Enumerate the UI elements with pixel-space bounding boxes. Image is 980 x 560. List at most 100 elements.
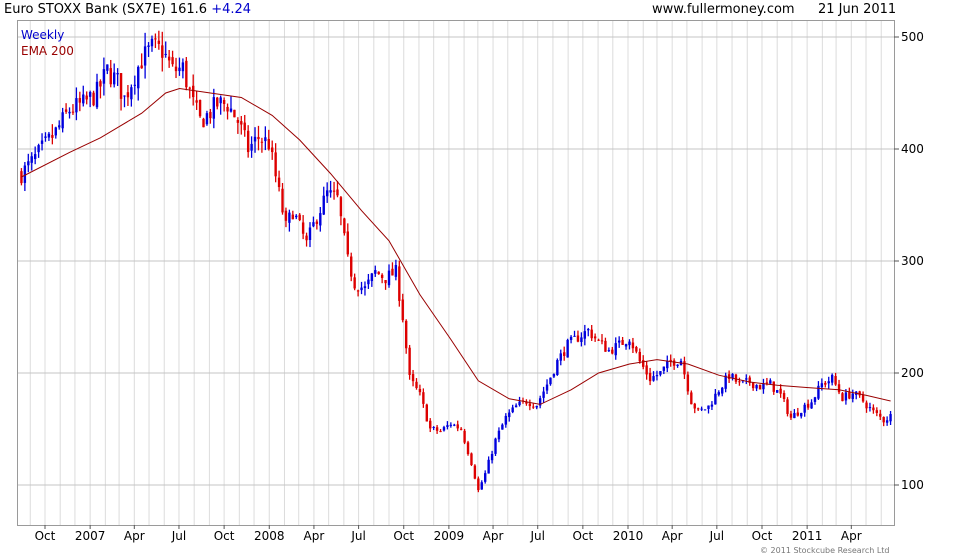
candle-body: [411, 374, 415, 382]
candle-body: [209, 111, 212, 119]
candle-body: [542, 391, 545, 398]
candle-body: [738, 381, 741, 383]
candle-body: [37, 145, 40, 153]
candle-body: [604, 340, 607, 352]
candle-body: [690, 392, 693, 405]
candle-body: [246, 130, 250, 153]
candle-body: [556, 360, 559, 375]
candle-body: [339, 197, 343, 217]
candle-body: [360, 287, 363, 291]
candle-body: [140, 65, 143, 69]
candle-body: [477, 478, 480, 491]
candle-body: [202, 118, 205, 128]
candle-body: [250, 143, 253, 151]
candle-body: [380, 274, 384, 279]
candle-body: [387, 270, 391, 286]
ema-200-line: [21, 87, 891, 405]
candle-body: [408, 347, 411, 375]
candle-body: [233, 109, 236, 118]
candle-body: [295, 215, 298, 218]
y-tick-label: 400: [901, 142, 924, 156]
candle-body: [150, 38, 154, 47]
candle-body: [171, 57, 174, 65]
candle-body: [497, 430, 501, 440]
candle-body: [518, 401, 521, 406]
x-tick-label: Jul: [529, 529, 544, 543]
candle-body: [75, 98, 78, 113]
candle-body: [271, 147, 274, 153]
candle-body: [281, 188, 284, 213]
y-tick-label: 300: [901, 254, 924, 268]
candle-body: [350, 256, 353, 277]
candle-body: [198, 99, 202, 117]
x-tick-label: 2007: [75, 529, 106, 543]
candle-body: [552, 374, 556, 377]
x-tick-label: Apr: [662, 529, 683, 543]
x-tick-label: Oct: [35, 529, 56, 543]
candle-body: [367, 279, 370, 285]
candle-body: [404, 320, 408, 349]
candle-body: [401, 299, 404, 321]
candle-body: [504, 415, 508, 425]
copyright: © 2011 Stockcube Research Ltd: [760, 546, 890, 555]
candle-body: [652, 376, 655, 381]
candle-body: [257, 136, 260, 140]
grid-lines: [18, 21, 894, 525]
candle-body: [54, 127, 57, 136]
candle-body: [133, 84, 136, 86]
candle-body: [758, 384, 762, 390]
candle-body: [161, 45, 164, 58]
candle-body: [439, 431, 442, 433]
candle-body: [164, 53, 167, 56]
candle-body: [463, 430, 466, 443]
candle-body: [377, 271, 380, 275]
candle-body: [305, 235, 308, 241]
candle-body: [78, 97, 82, 103]
candle-body: [157, 40, 161, 44]
candle-body: [51, 135, 54, 138]
candle-body: [374, 270, 377, 274]
candle-body: [319, 213, 322, 226]
candle-body: [192, 85, 195, 98]
candle-body: [174, 66, 178, 72]
candle-body: [61, 112, 64, 129]
candle-body: [549, 377, 552, 385]
candle-body: [851, 393, 854, 399]
candle-body: [583, 331, 587, 339]
candle-body: [600, 340, 604, 342]
candle-body: [793, 412, 796, 419]
candle-body: [772, 381, 775, 392]
candle-body: [329, 190, 332, 193]
candle-body: [167, 56, 171, 61]
candle-body: [611, 349, 614, 354]
candle-body: [820, 383, 824, 388]
candle-body: [95, 81, 99, 108]
candle-body: [456, 424, 459, 429]
candle-body: [672, 360, 676, 366]
candle-body: [580, 337, 583, 342]
candle-body: [68, 111, 71, 114]
candle-body: [284, 210, 288, 221]
x-tick-label: 2010: [613, 529, 644, 543]
candle-body: [631, 342, 635, 349]
candle-body: [597, 339, 600, 341]
candle-body: [30, 156, 33, 163]
candle-body: [806, 403, 810, 408]
candle-body: [487, 459, 490, 474]
candle-body: [212, 97, 216, 119]
x-tick-label: Oct: [572, 529, 593, 543]
candle-body: [535, 405, 538, 408]
candle-body: [291, 214, 295, 220]
candle-body: [837, 384, 841, 393]
candle-body: [185, 60, 188, 88]
candle-body: [707, 405, 710, 409]
candle-body: [686, 374, 690, 392]
x-tick-label: Oct: [214, 529, 235, 543]
candle-body: [353, 277, 356, 289]
y-axis: 100 200 300 400 500: [894, 30, 924, 492]
candle-body: [325, 190, 329, 197]
candle-body: [642, 360, 645, 367]
candle-body: [301, 222, 305, 234]
candle-body: [868, 407, 872, 409]
candle-body: [751, 382, 755, 389]
